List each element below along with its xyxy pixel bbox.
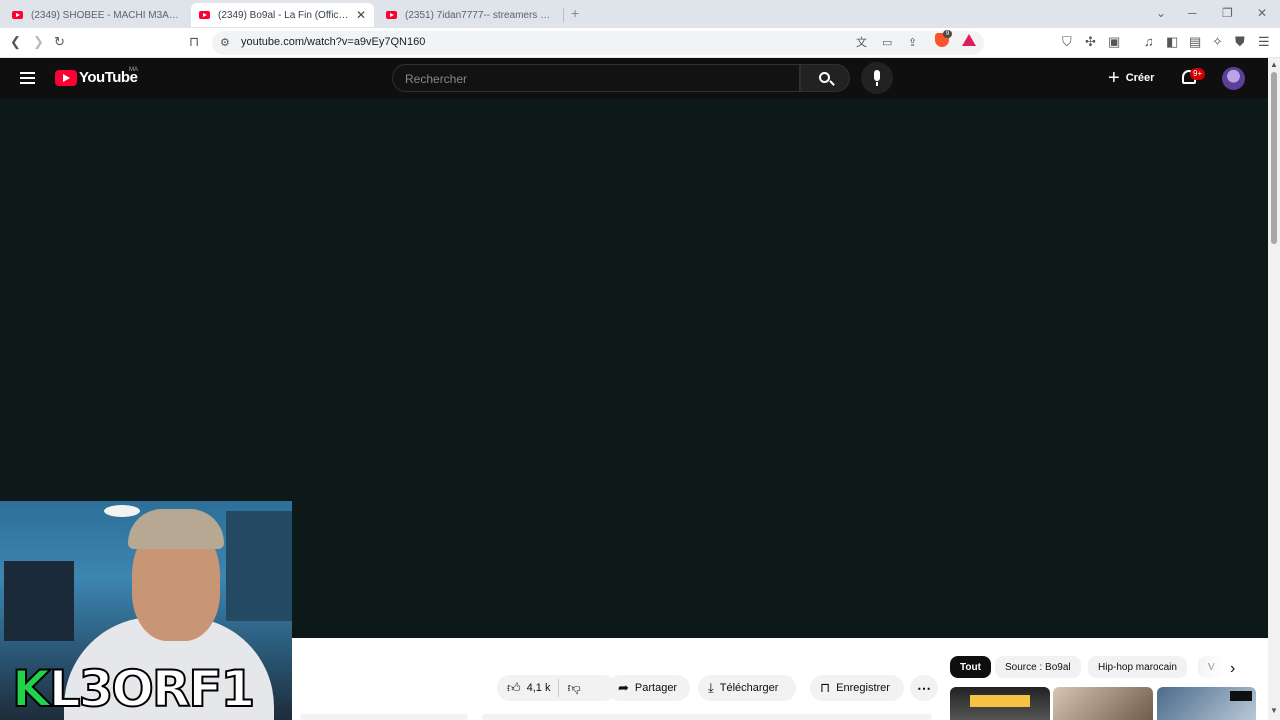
leo-ai-icon[interactable]: ✧ xyxy=(1212,34,1223,50)
download-label: Télécharger xyxy=(719,682,779,694)
vpn-icon[interactable]: ⛉ xyxy=(1062,34,1072,50)
address-bar[interactable]: ⚙ youtube.com/watch?v=a9vEy7QN160 文 ▭ ⇪ xyxy=(212,31,984,55)
brave-shields-badge: 9 xyxy=(943,30,952,38)
chip-source-bo9al[interactable]: Source : Bo9al xyxy=(995,656,1081,678)
chip-all[interactable]: Tout xyxy=(950,656,991,678)
avatar[interactable] xyxy=(1222,67,1245,90)
sidebar-icon[interactable]: ◧ xyxy=(1166,34,1178,50)
url-text[interactable]: youtube.com/watch?v=a9vEy7QN160 xyxy=(241,36,425,48)
chip-hip-hop-marocain[interactable]: Hip-hop marocain xyxy=(1088,656,1187,678)
screenshot-icon[interactable]: ▣ xyxy=(1108,34,1120,50)
download-button[interactable]: ⤓ Télécharger xyxy=(698,675,796,701)
recommended-video-thumbnail[interactable] xyxy=(950,687,1050,720)
tab-search-icon[interactable]: ⌄ xyxy=(1156,6,1166,20)
translate-icon[interactable]: 文 xyxy=(856,35,867,51)
search-button[interactable] xyxy=(800,64,850,92)
forward-icon[interactable]: ❯ xyxy=(33,34,44,50)
scrollbar-thumb[interactable] xyxy=(1271,72,1277,244)
save-label: Enregistrer xyxy=(836,682,890,694)
share-page-icon[interactable]: ⇪ xyxy=(908,35,917,51)
browser-tab-2[interactable]: (2349) Bo9al - La Fin (Official Mu ✕ xyxy=(191,3,374,27)
minimize-icon[interactable]: ─ xyxy=(1188,6,1197,20)
youtube-masthead: YouTube MA Rechercher + Créer 9+ xyxy=(0,58,1268,98)
more-icon: ⋯ xyxy=(917,679,931,696)
wallet-icon[interactable]: ▤ xyxy=(1189,34,1201,50)
youtube-favicon-icon xyxy=(199,11,210,19)
like-icon[interactable]: 👍︎ xyxy=(507,680,521,696)
youtube-logo-icon[interactable] xyxy=(55,70,77,86)
guide-menu-icon[interactable] xyxy=(20,72,35,84)
scroll-up-arrow-icon[interactable]: ▲ xyxy=(1270,60,1278,69)
chips-fade xyxy=(1200,656,1226,678)
save-button[interactable]: ⊓ Enregistrer xyxy=(810,675,904,701)
youtube-favicon-icon xyxy=(386,11,397,19)
tab-title: (2349) Bo9al - La Fin (Official Mu xyxy=(218,9,350,21)
voice-search-button[interactable] xyxy=(861,62,893,94)
search-input[interactable]: Rechercher xyxy=(392,64,800,92)
download-icon: ⤓ xyxy=(708,680,714,695)
browser-toolbar: ❮ ❯ ↻ ⊓ ⚙ youtube.com/watch?v=a9vEy7QN16… xyxy=(0,28,1280,58)
share-arrow-icon: ➦ xyxy=(618,680,629,695)
extensions-icon[interactable]: ✣ xyxy=(1085,34,1096,50)
scroll-down-arrow-icon[interactable]: ▼ xyxy=(1270,706,1278,715)
plus-icon: + xyxy=(1108,67,1120,89)
more-actions-button[interactable]: ⋯ xyxy=(910,675,938,701)
like-separator xyxy=(558,679,560,697)
dislike-icon[interactable]: 👎︎ xyxy=(567,680,580,696)
close-tab-icon[interactable]: ✕ xyxy=(356,8,366,22)
tab-separator xyxy=(563,8,564,22)
streamer-webcam: KL3ORF1 xyxy=(0,501,292,720)
streamer-tag-initial: K xyxy=(11,659,52,719)
site-info-icon[interactable]: ⚙ xyxy=(220,35,230,51)
close-window-icon[interactable]: ✕ xyxy=(1257,6,1267,20)
like-dislike-group: 👍︎ 4,1 k 👎︎ xyxy=(497,675,617,701)
page-scrollbar[interactable]: ▲ ▼ xyxy=(1268,58,1280,720)
browser-tab-bar: (2349) SHOBEE - MACHI M3ANA - Y (2349) B… xyxy=(0,0,1280,28)
browser-tab-1[interactable]: (2349) SHOBEE - MACHI M3ANA - Y xyxy=(4,3,190,27)
placeholder-bar xyxy=(482,714,932,720)
country-code: MA xyxy=(129,67,138,73)
reload-icon[interactable]: ↻ xyxy=(54,34,65,50)
create-label: Créer xyxy=(1125,72,1155,84)
share-button[interactable]: ➦ Partager xyxy=(608,675,690,701)
recommended-video-thumbnail[interactable] xyxy=(1053,687,1153,720)
search-placeholder: Rechercher xyxy=(405,72,468,86)
recommended-video-thumbnail[interactable] xyxy=(1157,687,1256,720)
microphone-icon xyxy=(874,70,880,81)
placeholder-bar xyxy=(300,714,468,720)
tab-title: (2349) SHOBEE - MACHI M3ANA - Y xyxy=(31,9,182,21)
streamer-tag-rest: L3ORF1 xyxy=(48,659,257,719)
tab-title: (2351) 7idan7777-- streamers award xyxy=(405,9,554,21)
bookmark-save-icon: ⊓ xyxy=(820,680,831,695)
back-icon[interactable]: ❮ xyxy=(10,34,21,50)
streamer-tag: KL3ORF1 xyxy=(11,659,257,719)
restore-icon[interactable]: ❐ xyxy=(1222,6,1233,20)
brave-rewards-icon[interactable] xyxy=(962,34,976,46)
media-icon[interactable]: ♫ xyxy=(1144,34,1154,50)
create-button[interactable]: + Créer xyxy=(1100,64,1170,92)
new-tab-button[interactable]: + xyxy=(571,5,579,21)
share-label: Partager xyxy=(634,682,678,694)
chevron-right-icon[interactable]: › xyxy=(1230,660,1235,678)
menu-icon[interactable]: ☰ xyxy=(1258,34,1270,50)
shield-icon[interactable]: ⛊ xyxy=(1235,34,1245,50)
notification-count-badge: 9+ xyxy=(1190,68,1206,80)
bookmark-icon[interactable]: ⊓ xyxy=(189,34,199,50)
browser-tab-3[interactable]: (2351) 7idan7777-- streamers award xyxy=(378,3,562,27)
like-count[interactable]: 4,1 k xyxy=(527,682,551,694)
youtube-favicon-icon xyxy=(12,11,23,19)
cast-icon[interactable]: ▭ xyxy=(882,35,892,51)
